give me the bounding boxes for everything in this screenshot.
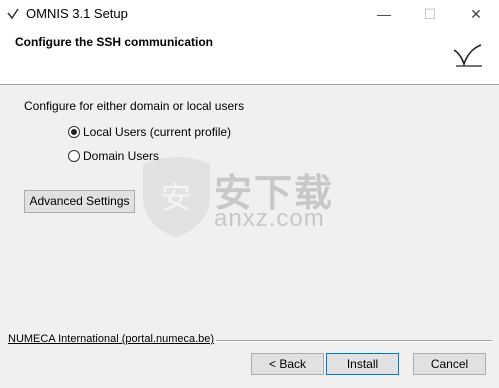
- advanced-settings-button[interactable]: Advanced Settings: [24, 190, 135, 213]
- radio-local-users[interactable]: Local Users (current profile): [68, 125, 231, 139]
- minimize-button[interactable]: —: [361, 0, 407, 28]
- install-button[interactable]: Install: [326, 353, 399, 375]
- title-bar: OMNIS 3.1 Setup — ☐ ✕: [0, 0, 499, 28]
- description-label: Configure for either domain or local use…: [24, 99, 245, 113]
- close-button[interactable]: ✕: [453, 0, 499, 28]
- numeca-logo-icon: [453, 44, 482, 67]
- numeca-portal-link[interactable]: NUMECA International (portal.numeca.be): [8, 333, 214, 345]
- maximize-button[interactable]: ☐: [407, 0, 453, 28]
- cancel-button[interactable]: Cancel: [413, 353, 486, 375]
- svg-text:安: 安: [161, 181, 191, 216]
- radio-label-domain-users: Domain Users: [83, 149, 160, 163]
- radio-label-local-users: Local Users (current profile): [83, 125, 232, 139]
- app-check-icon: [7, 8, 19, 20]
- radio-button-unchecked[interactable]: [68, 150, 80, 162]
- watermark-subtext: anxz.com: [214, 205, 325, 232]
- footer-divider: [216, 340, 492, 342]
- radio-domain-users[interactable]: Domain Users: [68, 149, 159, 163]
- wizard-header: Configure the SSH communication: [0, 28, 499, 85]
- window-title: OMNIS 3.1 Setup: [26, 6, 128, 21]
- page-title: Configure the SSH communication: [15, 35, 214, 49]
- radio-button-checked[interactable]: [68, 126, 80, 138]
- back-button[interactable]: < Back: [251, 353, 324, 375]
